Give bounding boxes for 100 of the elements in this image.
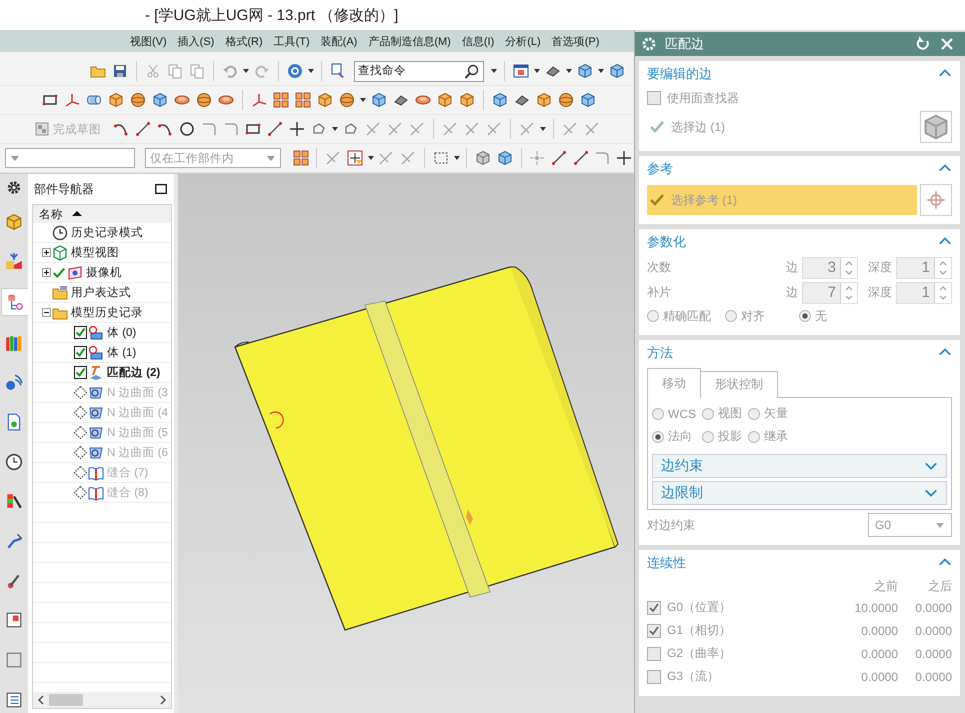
cube-icon[interactable] [437,92,453,108]
radio-button[interactable] [702,408,714,420]
spin-arrows-icon[interactable] [840,282,857,302]
column-header[interactable]: 名称 [33,205,171,223]
reset-icon[interactable] [915,36,931,52]
tree-item[interactable]: N 边曲面 (6 [105,445,168,460]
cube-icon[interactable] [152,92,168,108]
copy-icon[interactable] [167,63,183,79]
point-select-button[interactable] [920,184,952,216]
group-title[interactable]: 边约束 [661,457,703,475]
tree-item[interactable]: N 边曲面 (3 [105,385,168,400]
boxes-icon[interactable] [295,92,311,108]
radio-button[interactable] [799,310,811,322]
menu-item[interactable]: 信息(I) [456,34,500,48]
tree-item[interactable]: 模型视图 [69,245,119,260]
cube-icon[interactable] [580,92,596,108]
sphere-icon[interactable] [558,92,574,108]
cube-icon[interactable] [536,92,552,108]
edge-select-button[interactable] [920,111,952,143]
radio-button[interactable] [725,310,737,322]
expand-icon[interactable] [42,248,51,257]
section-title[interactable]: 参考 [647,160,673,178]
section-title[interactable]: 参数化 [647,233,686,251]
tab[interactable]: 移动 [647,368,701,398]
tree-item[interactable]: 模型历史记录 [69,305,143,320]
menu-item[interactable]: 首选项(P) [546,34,606,48]
tree-item[interactable]: 历史记录模式 [69,225,143,240]
spin-arrows-icon[interactable] [840,258,857,278]
command-finder-icon[interactable] [330,63,346,79]
tree-item[interactable]: N 边曲面 (5 [105,425,168,440]
line-icon[interactable] [267,121,283,137]
boxes-icon[interactable] [273,92,289,108]
cube-icon[interactable] [492,92,508,108]
checkbox[interactable] [647,670,661,684]
close-icon[interactable] [939,36,955,52]
cube-icon[interactable] [577,63,593,79]
axes-icon[interactable] [251,92,267,108]
rectangle-icon[interactable] [42,92,58,108]
menu-item[interactable]: 分析(L) [500,34,547,48]
radio-button[interactable] [647,310,659,322]
cube-icon[interactable] [475,150,492,166]
number-field[interactable]: 1 [896,256,952,278]
scrollbar-thumb[interactable] [49,694,83,706]
scope-dropdown[interactable]: 仅在工作部件内 [144,148,281,168]
search-field[interactable]: 查找命令 [354,60,484,82]
boxes-icon[interactable] [292,150,309,166]
copy-icon[interactable] [189,63,205,79]
selection-box-icon[interactable] [432,150,449,166]
number-field[interactable]: 1 [896,282,952,304]
checkbox[interactable] [74,366,87,379]
tab[interactable]: 形状控制 [701,371,778,398]
cube-icon[interactable] [371,92,387,108]
number-field[interactable]: 3 [802,256,858,278]
maximize-icon[interactable] [154,182,168,196]
tree-item[interactable]: 用户表达式 [69,285,131,300]
menu-item[interactable]: 格式(R) [220,34,269,48]
selection-filter-icon[interactable] [346,150,363,166]
plus-icon[interactable] [616,150,632,166]
checkbox[interactable] [74,346,87,359]
selection-row[interactable]: 选择参考 (1) [647,185,917,215]
radio-button[interactable] [652,430,664,442]
number-field[interactable]: 7 [802,282,858,304]
spin-arrows-icon[interactable] [934,282,951,302]
cube-icon[interactable] [609,63,625,79]
expand-icon[interactable] [42,268,51,277]
cube-icon[interactable] [459,92,475,108]
section-title[interactable]: 要编辑的边 [647,65,712,83]
menu-item[interactable]: 产品制造信息(M) [363,34,457,48]
tree-item[interactable]: 缝合 (7) [105,465,148,480]
spin-arrows-icon[interactable] [934,258,951,278]
dropdown[interactable] [5,148,135,168]
corner-icon[interactable] [201,121,217,137]
checkbox[interactable] [647,624,661,638]
menu-item[interactable]: 视图(V) [125,34,173,48]
group-title[interactable]: 边限制 [661,484,703,502]
sphere-icon[interactable] [130,92,146,108]
horizontal-scrollbar[interactable] [33,692,171,708]
tree-item[interactable]: 摄像机 [84,265,122,280]
tree-item[interactable]: 体 (0) [105,325,136,340]
rectangle-icon[interactable] [245,121,261,137]
cube-icon[interactable] [496,150,513,166]
section-title[interactable]: 连续性 [647,554,686,572]
resource-tab[interactable] [0,288,28,316]
menu-item[interactable]: 工具(T) [268,34,316,48]
checkbox[interactable] [647,646,661,660]
save-icon[interactable] [112,63,128,79]
radio-button[interactable] [748,408,760,420]
selection-row[interactable]: 选择边 (1) [647,112,917,142]
radio-button[interactable] [702,430,714,442]
checkbox[interactable] [647,91,661,105]
settings-icon[interactable] [6,180,22,196]
plus-icon[interactable] [289,121,305,137]
collapse-icon[interactable] [42,308,51,317]
axes-icon[interactable] [64,92,80,108]
circle-icon[interactable] [179,121,195,137]
tree-item[interactable]: 匹配边 (2) [105,365,160,380]
corner-icon[interactable] [223,121,239,137]
menu-item[interactable]: 插入(S) [172,34,220,48]
window-icon[interactable] [513,63,529,79]
section-title[interactable]: 方法 [647,344,673,362]
